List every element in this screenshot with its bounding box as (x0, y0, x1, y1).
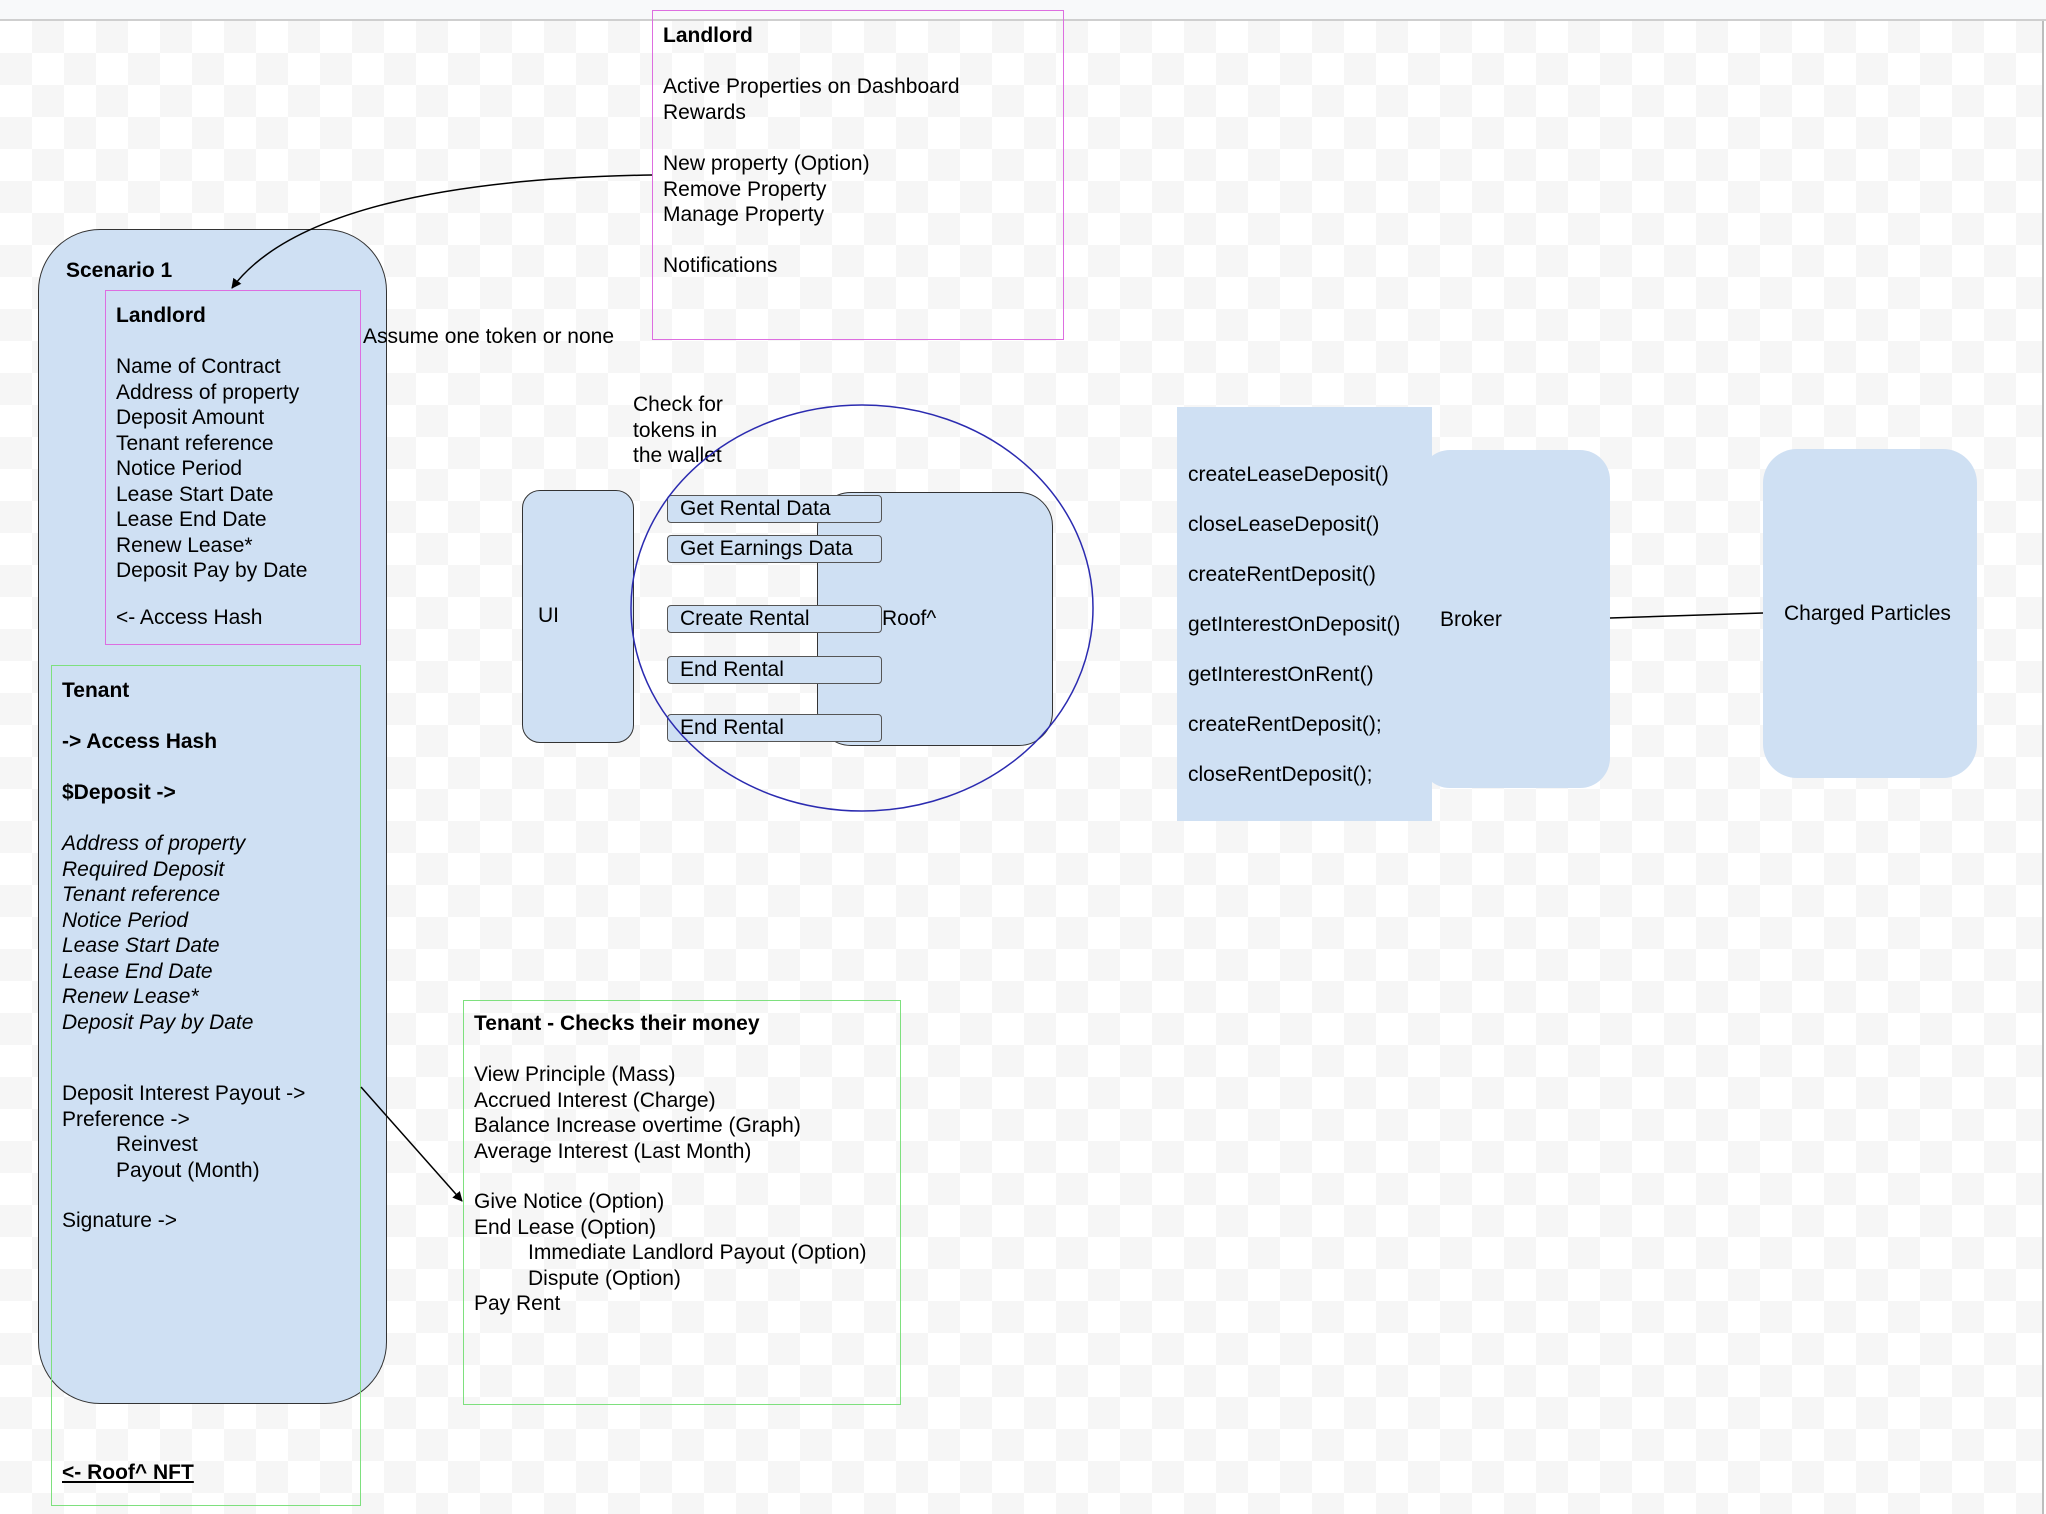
average-interest-item[interactable]: Average Interest (Last Month) (474, 1139, 801, 1165)
tenant-field: Deposit Pay by Date (62, 1010, 254, 1034)
landlord-field: Notice Period (116, 457, 243, 480)
tenant-payout-section: Deposit Interest Payout -> Preference ->… (62, 1081, 305, 1234)
landlord-contract-title: Landlord (116, 304, 206, 327)
tenant-fields: Address of property Required Deposit Ten… (62, 831, 253, 1035)
charged-particles-label: Charged Particles (1784, 602, 1951, 625)
ui-box[interactable]: UI (522, 490, 634, 743)
create-rental-button[interactable]: Create Rental (667, 605, 882, 633)
end-lease-option[interactable]: End Lease (Option) (474, 1215, 867, 1241)
get-earnings-data-button[interactable]: Get Earnings Data (667, 535, 882, 563)
accrued-interest-item[interactable]: Accrued Interest (Charge) (474, 1088, 801, 1114)
preference-option-reinvest[interactable]: Reinvest (62, 1132, 305, 1158)
tenant-money-view-items: View Principle (Mass) Accrued Interest (… (474, 1062, 801, 1164)
dashboard-item-new-property[interactable]: New property (Option) (663, 151, 870, 177)
end-rental-button-2[interactable]: End Rental (667, 714, 882, 742)
pay-rent-option[interactable]: Pay Rent (474, 1291, 867, 1317)
roof-nft-link[interactable]: <- Roof^ NFT (62, 1460, 194, 1486)
tenant-field: Address of property (62, 832, 246, 855)
tenant-access-hash: -> Access Hash (62, 730, 218, 753)
broker-method[interactable]: createLeaseDeposit() (1188, 450, 1400, 500)
landlord-dashboard-box[interactable]: Landlord Active Properties on Dashboard … (652, 10, 1064, 340)
landlord-field: Deposit Amount (116, 406, 265, 429)
broker-method[interactable]: getInterestOnDeposit() (1188, 600, 1400, 650)
tenant-signature: Signature -> (62, 1209, 177, 1232)
dispute-option[interactable]: Dispute (Option) (474, 1266, 867, 1292)
landlord-field: Renew Lease* (116, 533, 253, 557)
check-tokens-note: Check for tokens in the wallet (633, 393, 723, 467)
give-notice-option[interactable]: Give Notice (Option) (474, 1189, 867, 1215)
tenant-field: Notice Period (62, 908, 189, 932)
tenant-payout-label: Deposit Interest Payout -> (62, 1082, 306, 1105)
landlord-field: Lease End Date (116, 508, 267, 531)
landlord-dashboard-group-1: Active Properties on Dashboard Rewards (663, 74, 960, 125)
tenant-field: Required Deposit (62, 857, 225, 881)
tenant-money-box[interactable]: Tenant - Checks their money View Princip… (463, 1000, 901, 1405)
assume-token-note: Assume one token or none (363, 325, 614, 348)
tenant-field: Tenant reference (62, 883, 221, 906)
dashboard-item-active-properties[interactable]: Active Properties on Dashboard (663, 74, 960, 100)
broker-method[interactable]: closeRentDeposit(); (1188, 750, 1400, 800)
view-principle-item[interactable]: View Principle (Mass) (474, 1062, 801, 1088)
landlord-dashboard-group-2: New property (Option) Remove Property Ma… (663, 151, 870, 228)
landlord-dashboard-title: Landlord (663, 24, 753, 47)
tenant-field: Lease End Date (62, 959, 213, 983)
broker-methods-list: createLeaseDeposit() closeLeaseDeposit()… (1188, 450, 1400, 800)
broker-method[interactable]: getInterestOnRent() (1188, 650, 1400, 700)
tenant-title: Tenant (62, 679, 130, 702)
dashboard-item-remove-property[interactable]: Remove Property (663, 177, 870, 203)
scenario-title: Scenario 1 (66, 259, 173, 282)
immediate-payout-option[interactable]: Immediate Landlord Payout (Option) (474, 1240, 867, 1266)
balance-graph-item[interactable]: Balance Increase overtime (Graph) (474, 1113, 801, 1139)
preference-option-payout[interactable]: Payout (Month) (62, 1158, 305, 1184)
tenant-money-title: Tenant - Checks their money (474, 1012, 760, 1035)
dashboard-item-rewards[interactable]: Rewards (663, 100, 960, 126)
landlord-contract-fields: Name of Contract Address of property Dep… (116, 354, 307, 584)
ui-label: UI (538, 604, 559, 627)
tenant-preference-label: Preference -> (62, 1107, 190, 1131)
landlord-contract-box[interactable]: Landlord Name of Contract Address of pro… (105, 290, 361, 645)
tenant-deposit: $Deposit -> (62, 781, 176, 804)
landlord-field: Tenant reference (116, 431, 274, 455)
broker-methods-panel[interactable]: createLeaseDeposit() closeLeaseDeposit()… (1177, 407, 1432, 821)
get-rental-data-button[interactable]: Get Rental Data (667, 495, 882, 523)
landlord-field: Address of property (116, 380, 300, 404)
landlord-access-hash: <- Access Hash (116, 606, 263, 629)
charged-particles-box[interactable]: Charged Particles (1763, 449, 1977, 778)
broker-method[interactable]: createRentDeposit(); (1188, 700, 1400, 750)
broker-method[interactable]: createRentDeposit() (1188, 550, 1400, 600)
end-rental-button[interactable]: End Rental (667, 656, 882, 684)
tenant-field: Lease Start Date (62, 934, 220, 957)
landlord-field: Deposit Pay by Date (116, 559, 308, 582)
broker-label: Broker (1440, 608, 1502, 631)
landlord-field: Name of Contract (116, 355, 281, 378)
tenant-contract-box[interactable]: Tenant -> Access Hash $Deposit -> Addres… (51, 665, 361, 1506)
tenant-field: Renew Lease* (62, 985, 199, 1008)
tenant-money-actions: Give Notice (Option) End Lease (Option) … (474, 1189, 867, 1317)
broker-method[interactable]: closeLeaseDeposit() (1188, 500, 1400, 550)
landlord-field: Lease Start Date (116, 482, 274, 506)
dashboard-item-notifications[interactable]: Notifications (663, 253, 777, 279)
dashboard-item-manage-property[interactable]: Manage Property (663, 202, 870, 228)
roof-label: Roof^ (882, 607, 937, 630)
